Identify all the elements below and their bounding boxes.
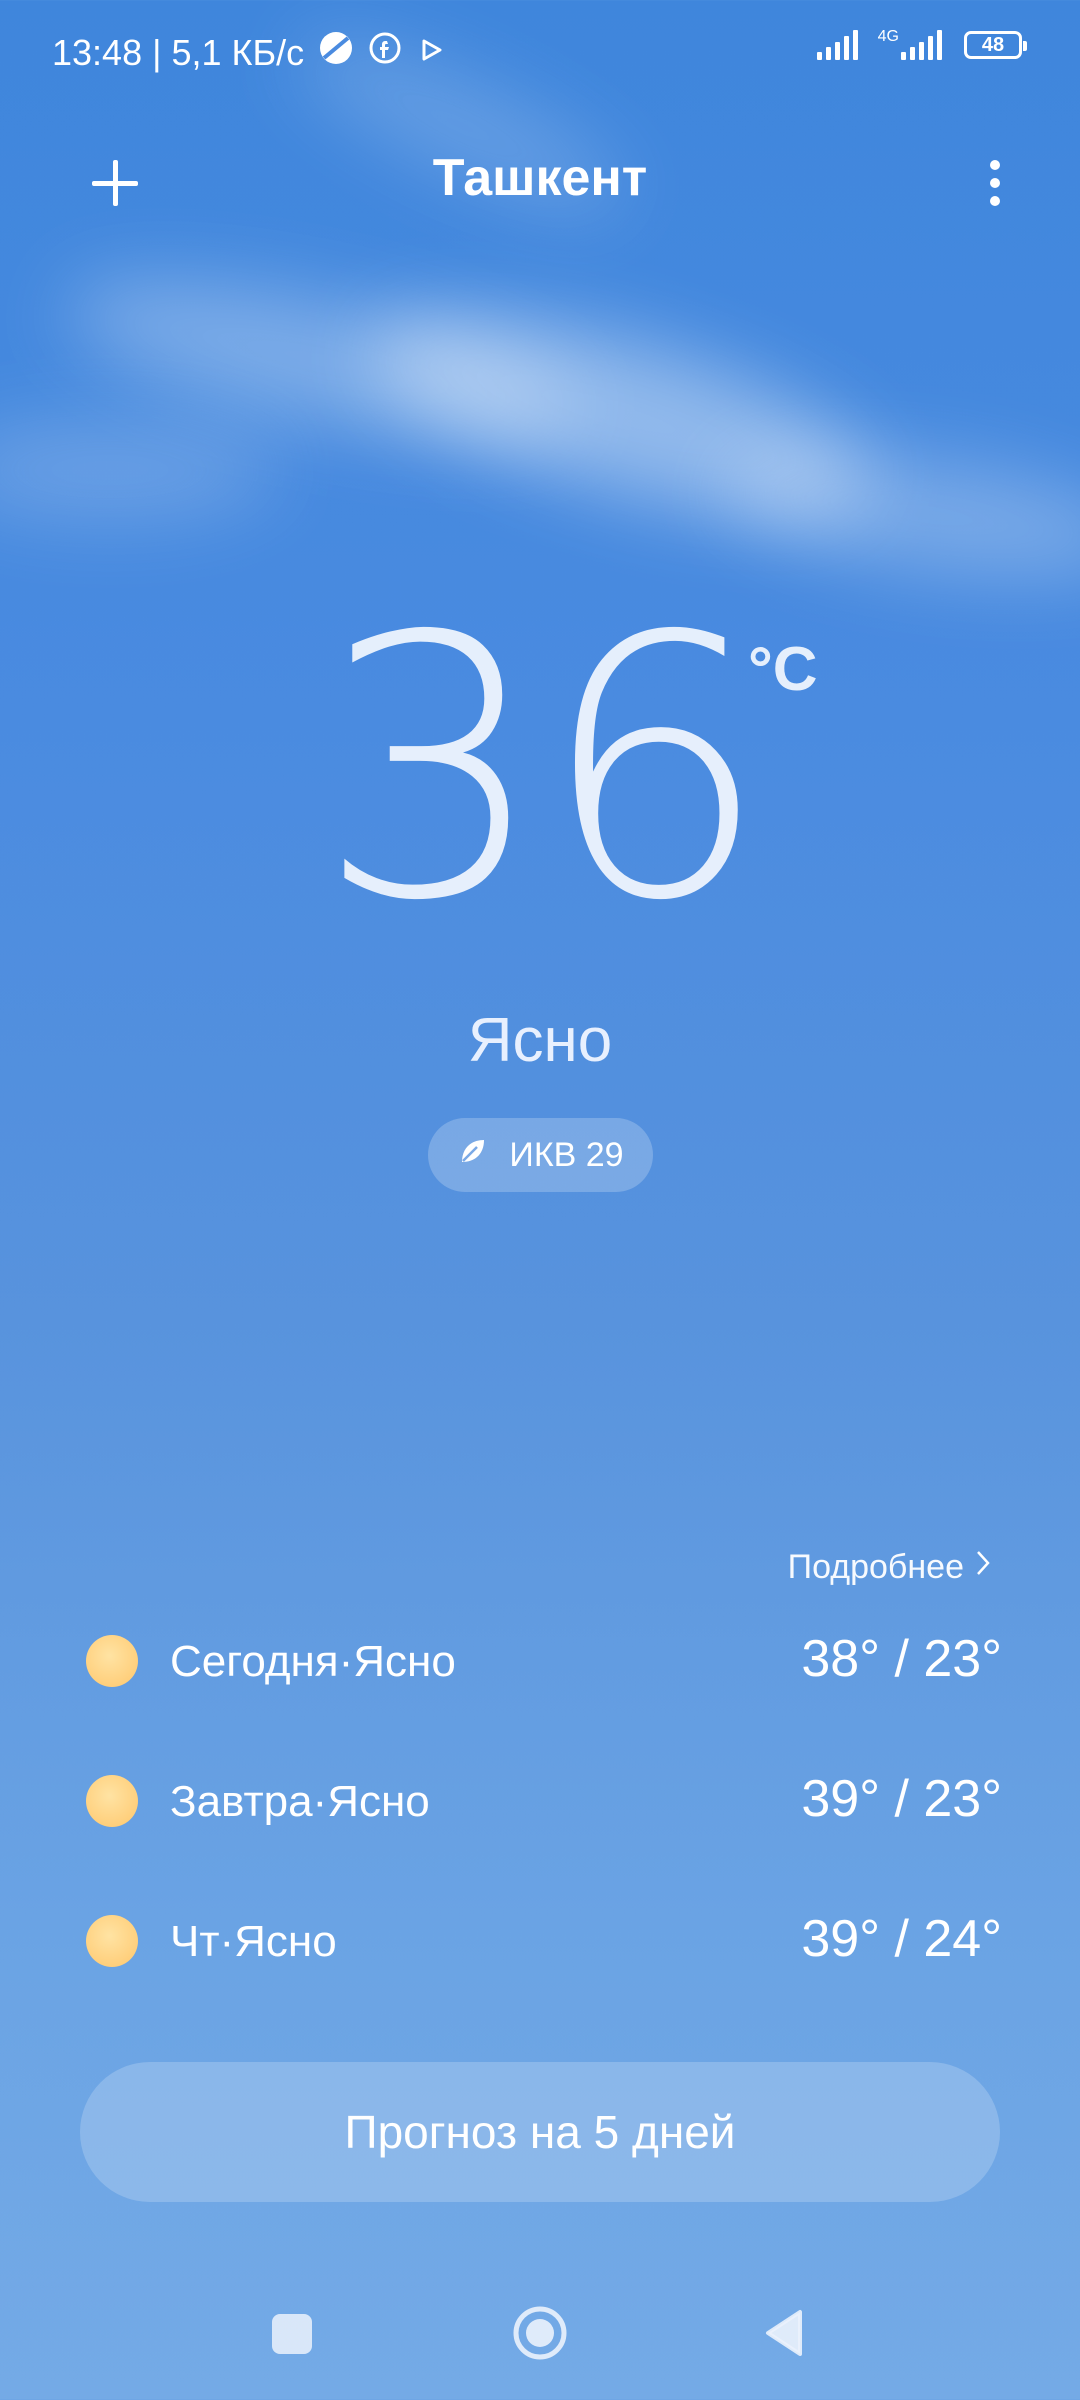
forecast-day-label: Сегодня·Ясно xyxy=(170,1637,456,1686)
forecast-temp-range: 39° / 24° xyxy=(801,1910,1002,1968)
status-left: 13:48 | 5,1 КБ/с xyxy=(52,30,446,75)
forecast-day-label: Чт·Ясно xyxy=(170,1917,337,1966)
current-temperature: 36 xyxy=(316,560,769,979)
status-right: 4G 48 xyxy=(807,28,1027,60)
forecast-row[interactable]: Чт·Ясно 39° / 24° xyxy=(0,1895,1080,2035)
sun-icon xyxy=(86,1635,138,1687)
status-bar: 13:48 | 5,1 КБ/с 4G 48 xyxy=(0,0,1080,110)
forecast-list: Сегодня·Ясно 38° / 23° Завтра·Ясно 39° /… xyxy=(0,1615,1080,2035)
forecast-day-label: Завтра·Ясно xyxy=(170,1777,430,1826)
circle-home-icon[interactable] xyxy=(512,2305,568,2361)
status-net-speed: | 5,1 КБ/с xyxy=(142,31,305,73)
battery-icon: 48 xyxy=(964,31,1027,59)
five-day-forecast-button[interactable]: Прогноз на 5 дней xyxy=(80,2062,1000,2202)
leaf-icon xyxy=(457,1136,487,1175)
aqi-badge[interactable]: ИКВ 29 xyxy=(428,1118,653,1192)
battery-level: 48 xyxy=(981,33,1005,56)
sun-icon xyxy=(86,1915,138,1967)
facebook-icon xyxy=(368,31,402,74)
sun-icon xyxy=(86,1775,138,1827)
aqi-label: ИКВ 29 xyxy=(509,1135,624,1174)
cloud xyxy=(0,420,280,520)
signal-4g-icon xyxy=(901,30,946,60)
signal-icon xyxy=(816,30,862,60)
current-condition: Ясно xyxy=(467,1006,613,1075)
navigation-bar xyxy=(0,2280,1080,2390)
square-icon[interactable] xyxy=(272,2314,312,2354)
temperature-unit: °C xyxy=(748,635,818,704)
network-type: 4G xyxy=(877,28,899,45)
forecast-temp-range: 39° / 23° xyxy=(801,1770,1002,1828)
more-details-label: Подробнее xyxy=(787,1548,964,1586)
city-title[interactable]: Ташкент xyxy=(0,148,1080,208)
current-temperature-block: 36 °C xyxy=(0,560,1080,979)
forecast-row[interactable]: Сегодня·Ясно 38° / 23° xyxy=(0,1615,1080,1755)
triangle-back-icon[interactable] xyxy=(764,2308,804,2358)
header: Ташкент xyxy=(0,130,1080,230)
vpn-icon xyxy=(318,30,354,75)
status-time: 13:48 xyxy=(52,31,143,73)
more-vertical-icon[interactable] xyxy=(970,148,1020,218)
forecast-temp-range: 38° / 23° xyxy=(801,1630,1002,1688)
forecast-row[interactable]: Завтра·Ясно 39° / 23° xyxy=(0,1755,1080,1895)
more-details-link[interactable]: Подробнее xyxy=(788,1548,992,1587)
chevron-right-icon xyxy=(974,1548,992,1587)
play-store-icon xyxy=(416,32,446,74)
